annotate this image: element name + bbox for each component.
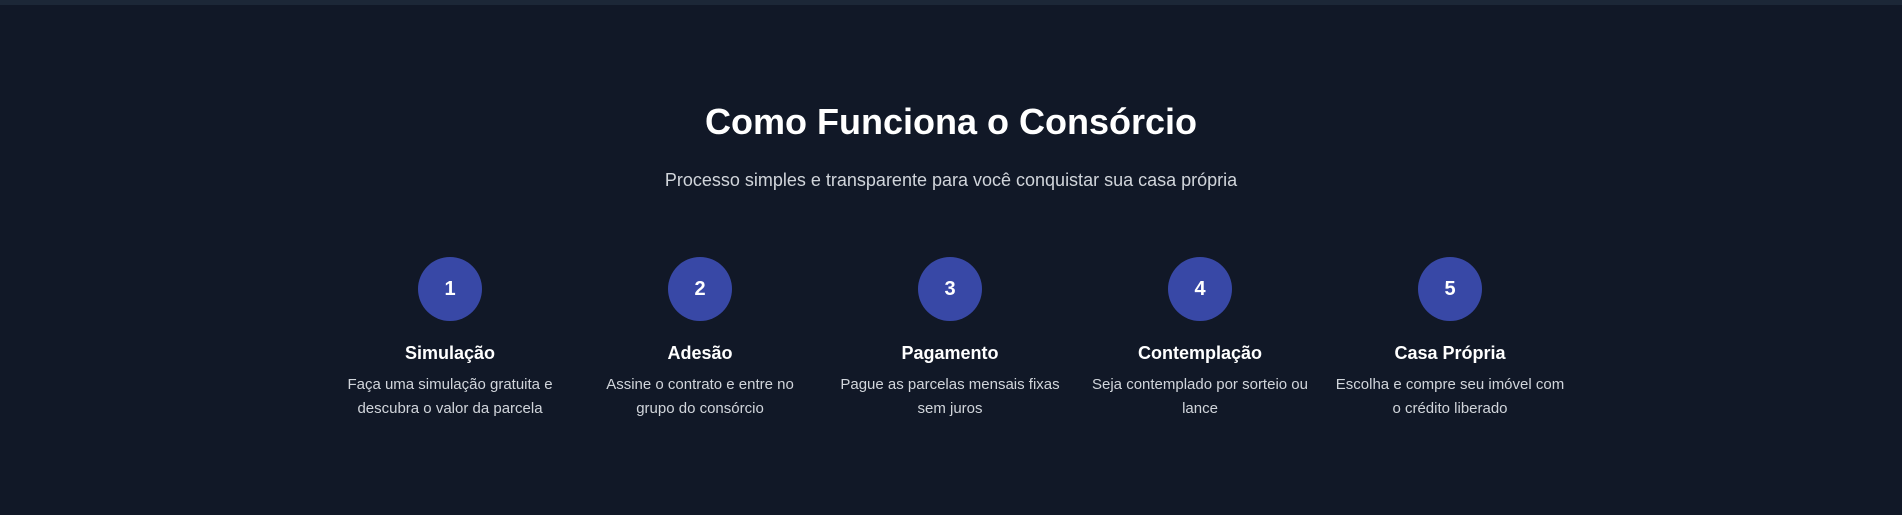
step-description: Assine o contrato e entre no grupo do co…: [606, 376, 794, 417]
step-title: Contemplação: [1137, 343, 1263, 363]
step-description: Faça uma simulação gratuita e descubra o…: [347, 376, 553, 417]
step-adesao: 2 Adesão Assine o contrato e entre no gr…: [575, 257, 825, 437]
step-casa-propria: 5 Casa Própria Escolha e compre seu imóv…: [1325, 257, 1575, 437]
step-number-badge: 4: [1168, 257, 1232, 321]
how-it-works-section: Como Funciona o Consórcio Processo simpl…: [0, 0, 1902, 515]
step-description: Escolha e compre seu imóvel com o crédit…: [1335, 376, 1565, 417]
section-subtitle: Processo simples e transparente para voc…: [664, 170, 1238, 190]
section-title: Como Funciona o Consórcio: [705, 101, 1197, 142]
step-description: Pague as parcelas mensais fixas sem juro…: [840, 376, 1060, 417]
step-number-badge: 3: [918, 257, 982, 321]
step-number-badge: 2: [668, 257, 732, 321]
step-title: Casa Própria: [1394, 343, 1506, 363]
step-description: Seja contemplado por sorteio ou lance: [1092, 376, 1308, 417]
step-number-badge: 5: [1418, 257, 1482, 321]
step-title: Adesão: [667, 343, 733, 363]
step-number-badge: 1: [418, 257, 482, 321]
step-pagamento: 3 Pagamento Pague as parcelas mensais fi…: [825, 257, 1075, 437]
steps-list: 1 Simulação Faça uma simulação gratuita …: [325, 257, 1575, 437]
step-simulacao: 1 Simulação Faça uma simulação gratuita …: [325, 257, 575, 437]
step-contemplacao: 4 Contemplação Seja contemplado por sort…: [1075, 257, 1325, 437]
step-title: Simulação: [404, 343, 496, 363]
step-title: Pagamento: [901, 343, 999, 363]
